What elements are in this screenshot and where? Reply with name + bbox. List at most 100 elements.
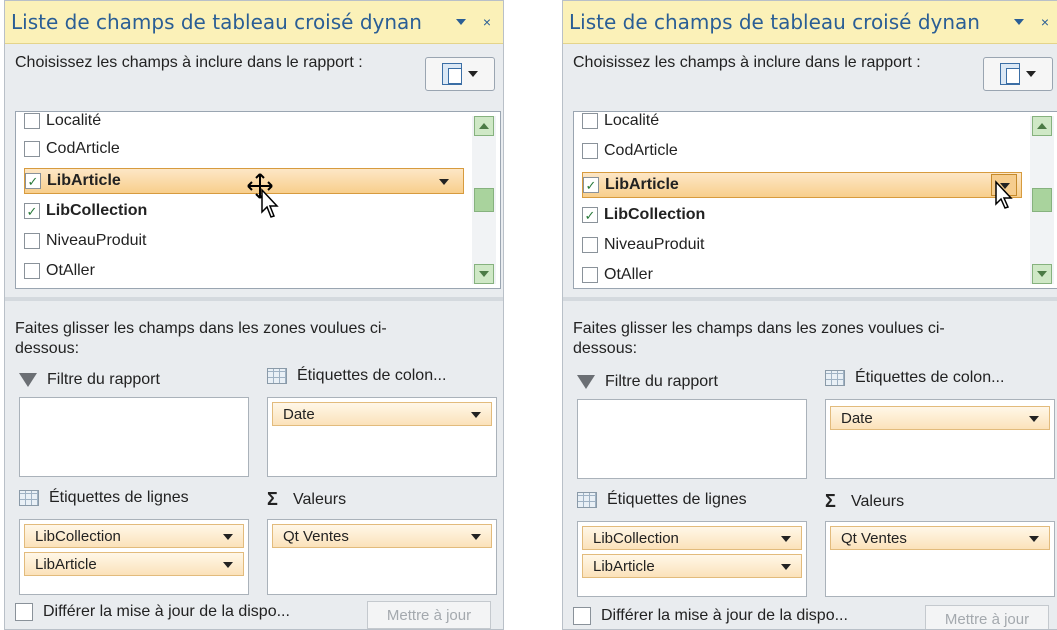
field-list-scrollbar[interactable]	[1030, 116, 1054, 284]
area-field-chip[interactable]: LibCollection	[24, 524, 244, 548]
area-field-chip[interactable]: LibArticle	[582, 554, 802, 578]
drag-fields-text: Faites glisser les champs dans les zones…	[573, 320, 945, 357]
panel-splitter[interactable]	[5, 297, 503, 301]
chevron-down-icon	[456, 19, 466, 25]
drag-fields-text: Faites glisser les champs dans les zones…	[15, 320, 387, 357]
panel-titlebar: Liste de champs de tableau croisé dynan …	[563, 1, 1057, 44]
sigma-icon: Σ	[267, 489, 278, 509]
defer-update-checkbox[interactable]	[573, 607, 591, 625]
chevron-down-icon[interactable]	[781, 564, 791, 570]
column-grid-icon	[267, 368, 287, 384]
panel-splitter[interactable]	[563, 297, 1057, 301]
chevron-down-icon[interactable]	[471, 412, 481, 418]
field-item-niveauproduit[interactable]: NiveauProduit	[582, 232, 1022, 258]
field-list-layout-button[interactable]	[425, 57, 495, 91]
panel-menu-button[interactable]	[451, 12, 471, 32]
values-header: Σ Valeurs	[825, 491, 904, 512]
field-item-codarticle[interactable]: CodArticle	[582, 138, 1022, 164]
defer-update-checkbox[interactable]	[15, 603, 33, 621]
field-list-layout-button[interactable]	[983, 57, 1053, 91]
chip-label: Qt Ventes	[283, 527, 349, 545]
area-field-chip[interactable]: Qt Ventes	[830, 526, 1050, 550]
field-label: CodArticle	[604, 142, 678, 159]
field-item-libarticle[interactable]: ✓ LibArticle	[582, 172, 1022, 198]
close-button[interactable]: ×	[477, 12, 497, 32]
chevron-down-icon[interactable]	[471, 534, 481, 540]
area-field-chip[interactable]: LibCollection	[582, 526, 802, 550]
area-field-chip[interactable]: LibArticle	[24, 552, 244, 576]
chevron-down-icon[interactable]	[781, 536, 791, 542]
chevron-down-icon[interactable]	[223, 562, 233, 568]
column-grid-icon	[825, 370, 845, 386]
report-filter-drop-zone[interactable]	[19, 397, 249, 477]
row-labels-header: Étiquettes de lignes	[577, 491, 747, 509]
field-checkbox[interactable]: ✓	[24, 203, 40, 219]
filter-icon	[577, 375, 595, 389]
sigma-icon: Σ	[825, 491, 836, 511]
panel-menu-button[interactable]	[1009, 12, 1029, 32]
field-checkbox[interactable]	[582, 143, 598, 159]
field-item-niveauproduit[interactable]: NiveauProduit	[24, 228, 464, 254]
panel-titlebar: Liste de champs de tableau croisé dynan …	[5, 1, 503, 44]
field-label: LibArticle	[605, 176, 679, 193]
scroll-up-icon[interactable]	[474, 116, 494, 136]
field-checkbox[interactable]	[24, 141, 40, 157]
field-label: NiveauProduit	[604, 236, 705, 253]
field-label: CodArticle	[46, 140, 120, 157]
row-grid-icon	[19, 490, 39, 506]
row-labels-drop-zone[interactable]: LibCollection LibArticle	[19, 519, 249, 595]
values-drop-zone[interactable]: Qt Ventes	[267, 519, 497, 595]
column-labels-drop-zone[interactable]: Date	[267, 397, 497, 477]
chevron-down-icon[interactable]	[439, 179, 449, 185]
field-label: OtAller	[604, 266, 653, 283]
field-item-libcollection[interactable]: ✓ LibCollection	[24, 198, 464, 224]
field-item-otaller[interactable]: OtAller	[24, 258, 464, 284]
chevron-down-icon	[1026, 71, 1036, 77]
field-item-localite[interactable]: Localité	[582, 112, 1022, 134]
field-item-libcollection[interactable]: ✓ LibCollection	[582, 202, 1022, 228]
close-button[interactable]: ×	[1035, 12, 1055, 32]
chevron-down-icon[interactable]	[1029, 536, 1039, 542]
choose-fields-text: Choisissez les champs à inclure dans le …	[573, 54, 921, 71]
chevron-down-icon[interactable]	[1029, 416, 1039, 422]
pivot-field-list-panel-left: Liste de champs de tableau croisé dynan …	[4, 0, 504, 630]
scroll-up-icon[interactable]	[1032, 116, 1052, 136]
field-checkbox[interactable]	[582, 113, 598, 129]
field-checkbox[interactable]: ✓	[582, 207, 598, 223]
scroll-down-icon[interactable]	[1032, 264, 1052, 284]
close-icon: ×	[1040, 14, 1050, 30]
report-filter-drop-zone[interactable]	[577, 399, 807, 479]
field-checkbox[interactable]: ✓	[25, 173, 41, 189]
field-item-localite[interactable]: Localité	[24, 112, 464, 134]
field-checkbox[interactable]	[24, 113, 40, 129]
row-labels-drop-zone[interactable]: LibCollection LibArticle	[577, 521, 807, 597]
field-list: Localité CodArticle ✓ LibArticle ✓ LibCo…	[573, 111, 1057, 289]
column-labels-drop-zone[interactable]: Date	[825, 399, 1055, 479]
field-checkbox[interactable]	[582, 237, 598, 253]
scroll-thumb[interactable]	[474, 188, 494, 212]
field-item-otaller[interactable]: OtAller	[582, 262, 1022, 288]
area-label: Valeurs	[851, 492, 905, 510]
row-labels-header: Étiquettes de lignes	[19, 489, 189, 507]
field-checkbox[interactable]: ✓	[583, 177, 599, 193]
values-drop-zone[interactable]: Qt Ventes	[825, 521, 1055, 597]
update-button[interactable]: Mettre à jour	[925, 605, 1049, 629]
update-button[interactable]: Mettre à jour	[367, 601, 491, 629]
scroll-thumb[interactable]	[1032, 188, 1052, 212]
field-checkbox[interactable]	[24, 233, 40, 249]
defer-update-label: Différer la mise à jour de la dispo...	[601, 607, 848, 624]
check-icon: ✓	[584, 207, 596, 223]
area-field-chip[interactable]: Date	[272, 402, 492, 426]
field-item-codarticle[interactable]: CodArticle	[24, 136, 464, 162]
area-field-chip[interactable]: Date	[830, 406, 1050, 430]
field-checkbox[interactable]	[24, 263, 40, 279]
scroll-down-icon[interactable]	[474, 264, 494, 284]
area-field-chip[interactable]: Qt Ventes	[272, 524, 492, 548]
field-item-libarticle[interactable]: ✓ LibArticle	[24, 168, 464, 194]
check-icon: ✓	[585, 177, 597, 193]
field-list-scrollbar[interactable]	[472, 116, 496, 284]
check-icon: ✓	[26, 203, 38, 219]
field-checkbox[interactable]	[582, 267, 598, 283]
chevron-down-icon[interactable]	[223, 534, 233, 540]
layout-icon	[1000, 63, 1020, 85]
